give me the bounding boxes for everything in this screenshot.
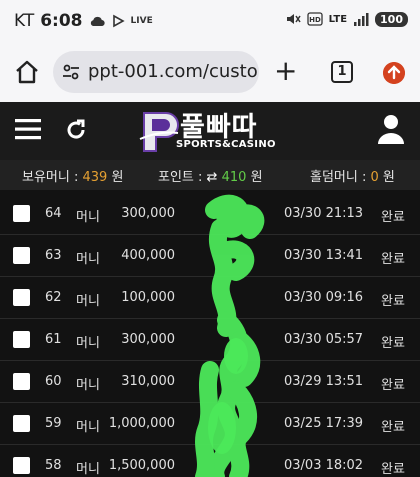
- table-row[interactable]: 61 머니 300,000 03/30 05:57 완료: [0, 320, 420, 361]
- row-number: 62: [45, 290, 62, 305]
- row-checkbox[interactable]: [13, 415, 30, 432]
- plus-icon[interactable]: +: [274, 57, 297, 85]
- row-type: 머니: [76, 252, 100, 267]
- status-right: HD LTE 100: [285, 11, 408, 27]
- row-status: 완료: [381, 336, 405, 351]
- carrier-label: KT: [14, 11, 35, 31]
- row-checkbox[interactable]: [13, 205, 30, 222]
- mute-icon: [286, 14, 301, 24]
- menu-icon[interactable]: [15, 117, 41, 141]
- row-type: 머니: [76, 294, 100, 309]
- site-logo[interactable]: 풀빠따 SPORTS&CASINO: [138, 107, 288, 157]
- row-number: 60: [45, 374, 62, 389]
- url-text[interactable]: ppt-001.com/custom: [88, 61, 259, 82]
- holdem-label: 홀덤머니 :: [310, 170, 367, 185]
- holdem-unit: 원: [382, 170, 395, 185]
- row-amount: 400,000: [121, 248, 175, 263]
- row-number: 58: [45, 458, 62, 473]
- row-amount: 300,000: [121, 206, 175, 221]
- clock: 6:08: [40, 11, 83, 31]
- cloud-icon: [90, 16, 105, 27]
- points-info: 포인트 : ⇄ 410 원: [158, 166, 263, 185]
- live-score-badge: LIVE: [130, 16, 153, 26]
- table-row[interactable]: 62 머니 100,000 03/30 09:16 완료: [0, 278, 420, 319]
- row-number: 64: [45, 206, 62, 221]
- row-datetime: 03/30 21:13: [284, 206, 364, 221]
- row-checkbox[interactable]: [13, 373, 30, 390]
- network-label: LTE: [328, 13, 348, 25]
- row-type: 머니: [76, 378, 100, 393]
- row-number: 61: [45, 332, 62, 347]
- balance-label: 보유머니 :: [22, 170, 79, 185]
- row-status: 완료: [381, 378, 405, 393]
- table-row[interactable]: 64 머니 300,000 03/30 21:13 완료: [0, 194, 420, 235]
- transaction-list: 64 머니 300,000 03/30 21:13 완료 63 머니 400,0…: [0, 190, 420, 477]
- row-amount: 1,000,000: [108, 416, 175, 431]
- balance-value: 439: [82, 170, 108, 185]
- play-icon: [112, 14, 125, 28]
- hd-icon: HD: [307, 12, 323, 26]
- row-type: 머니: [76, 420, 100, 435]
- points-label: 포인트 :: [158, 170, 203, 185]
- row-status: 완료: [381, 294, 405, 309]
- row-type: 머니: [76, 210, 100, 225]
- address-bar[interactable]: ppt-001.com/custom: [53, 51, 259, 93]
- row-checkbox[interactable]: [13, 457, 30, 474]
- row-amount: 100,000: [121, 290, 175, 305]
- holdem-info: 홀덤머니 : 0 원: [310, 166, 395, 185]
- row-status: 완료: [381, 462, 405, 477]
- row-amount: 310,000: [121, 374, 175, 389]
- table-row[interactable]: 63 머니 400,000 03/30 13:41 완료: [0, 236, 420, 277]
- row-amount: 300,000: [121, 332, 175, 347]
- row-type: 머니: [76, 462, 100, 477]
- table-row[interactable]: 59 머니 1,000,000 03/25 17:39 완료: [0, 404, 420, 445]
- balance-info: 보유머니 : 439 원: [22, 166, 123, 185]
- svg-text:HD: HD: [309, 16, 321, 24]
- row-datetime: 03/29 13:51: [284, 374, 364, 389]
- browser-toolbar: ppt-001.com/custom + 1: [0, 44, 420, 102]
- row-datetime: 03/30 05:57: [284, 332, 364, 347]
- battery-indicator: 100: [375, 11, 408, 27]
- points-value: 410: [221, 170, 247, 185]
- row-datetime: 03/30 09:16: [284, 290, 364, 305]
- row-datetime: 03/30 13:41: [284, 248, 364, 263]
- table-row[interactable]: 58 머니 1,500,000 03/03 18:02 완료: [0, 446, 420, 477]
- row-number: 59: [45, 416, 62, 431]
- row-checkbox[interactable]: [13, 289, 30, 306]
- balance-bar: 보유머니 : 439 원 포인트 : ⇄ 410 원 홀덤머니 : 0 원: [0, 160, 420, 190]
- refresh-icon[interactable]: [63, 117, 89, 143]
- logo-text-en: SPORTS&CASINO: [176, 139, 276, 150]
- row-datetime: 03/25 17:39: [284, 416, 364, 431]
- row-number: 63: [45, 248, 62, 263]
- row-type: 머니: [76, 336, 100, 351]
- tabs-icon[interactable]: 1: [331, 61, 353, 83]
- row-status: 완료: [381, 420, 405, 435]
- table-row[interactable]: 60 머니 310,000 03/29 13:51 완료: [0, 362, 420, 403]
- row-status: 완료: [381, 252, 405, 267]
- signal-icon: [354, 13, 369, 26]
- status-left: KT 6:08 LIVE: [14, 11, 153, 31]
- row-amount: 1,500,000: [108, 458, 175, 473]
- row-datetime: 03/03 18:02: [284, 458, 364, 473]
- tune-icon[interactable]: [61, 62, 81, 82]
- update-icon[interactable]: [383, 62, 405, 84]
- row-status: 완료: [381, 210, 405, 225]
- tab-count: 1: [337, 64, 347, 79]
- home-icon[interactable]: [14, 59, 40, 85]
- user-icon[interactable]: [378, 114, 404, 144]
- row-checkbox[interactable]: [13, 331, 30, 348]
- holdem-value: 0: [370, 170, 379, 185]
- site-header: 풀빠따 SPORTS&CASINO: [0, 102, 420, 160]
- exchange-icon[interactable]: ⇄: [207, 170, 218, 185]
- balance-unit: 원: [111, 170, 124, 185]
- row-checkbox[interactable]: [13, 247, 30, 264]
- points-unit: 원: [250, 170, 263, 185]
- status-bar: KT 6:08 LIVE HD LTE 100: [0, 0, 420, 44]
